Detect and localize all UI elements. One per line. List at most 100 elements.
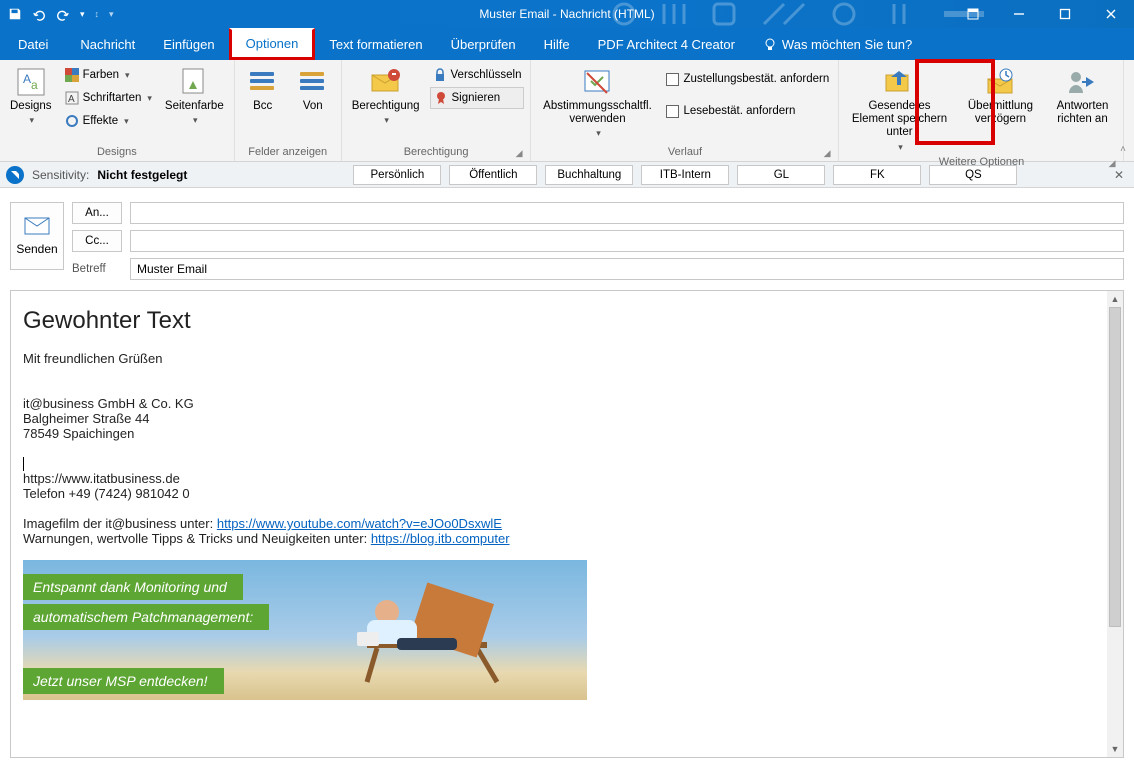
tab-tell-me[interactable]: Was möchten Sie tun?	[749, 28, 926, 60]
banner-line1: Entspannt dank Monitoring und	[23, 574, 243, 600]
message-body[interactable]: Gewohnter Text Mit freundlichen Grüßen i…	[11, 291, 1107, 757]
tab-review[interactable]: Überprüfen	[437, 28, 530, 60]
qat-overflow-icon[interactable]: ▾	[109, 9, 114, 20]
to-input[interactable]	[130, 202, 1124, 224]
sig-company: it@business GmbH & Co. KG	[23, 396, 1095, 411]
scroll-up-icon[interactable]: ▲	[1107, 291, 1123, 307]
encrypt-label: Verschlüsseln	[451, 69, 522, 81]
to-button[interactable]: An...	[72, 202, 122, 224]
theme-colors-button[interactable]: Farben▾	[62, 64, 155, 86]
body-heading: Gewohnter Text	[23, 307, 1095, 335]
send-button[interactable]: Senden	[10, 202, 64, 270]
voting-icon	[581, 66, 613, 98]
tab-message[interactable]: Nachricht	[66, 28, 149, 60]
sensitivity-tab[interactable]: ITB-Intern	[641, 165, 729, 185]
sign-button[interactable]: Signieren	[430, 87, 525, 109]
voting-buttons-button[interactable]: Abstimmungsschaltfl. verwenden▾	[537, 64, 657, 141]
request-delivery-receipt[interactable]: Zustellungsbestät. anfordern	[663, 68, 832, 90]
tell-me-label: Was möchten Sie tun?	[782, 37, 912, 52]
delay-delivery-label: Übermittlung verzögern	[963, 100, 1037, 126]
delay-delivery-icon	[984, 66, 1016, 98]
theme-effects-button[interactable]: Effekte▾	[62, 110, 155, 132]
tracking-launcher-icon[interactable]: ◢	[824, 148, 831, 159]
themes-button[interactable]: Aa Designs▾	[6, 64, 56, 128]
delay-delivery-button[interactable]: Übermittlung verzögern	[959, 64, 1041, 128]
collapse-ribbon-icon[interactable]: ˄	[1120, 144, 1126, 155]
signature-banner[interactable]: Entspannt dank Monitoring und automatisc…	[23, 560, 587, 700]
direct-replies-button[interactable]: Antworten richten an	[1047, 64, 1117, 128]
bcc-button[interactable]: Bcc	[241, 64, 285, 115]
more-options-launcher-icon[interactable]: ◢	[1109, 158, 1116, 169]
sig-phone: Telefon +49 (7424) 981042 0	[23, 486, 1095, 501]
cc-input[interactable]	[130, 230, 1124, 252]
touch-mode-icon[interactable]: ↕	[95, 9, 100, 19]
scroll-down-icon[interactable]: ▼	[1107, 741, 1123, 757]
banner-line2: automatischem Patchmanagement:	[23, 604, 269, 630]
sensitivity-label: Sensitivity:	[32, 168, 89, 182]
subject-input[interactable]	[130, 258, 1124, 280]
send-icon	[23, 216, 51, 236]
direct-replies-label: Antworten richten an	[1051, 100, 1113, 126]
tab-insert[interactable]: Einfügen	[149, 28, 228, 60]
save-sent-icon	[883, 66, 915, 98]
ribbon: Aa Designs▾ Farben▾ ASchriftarten▾ Effek…	[0, 60, 1134, 162]
ribbon-tabs: Datei Nachricht Einfügen Optionen Text f…	[0, 28, 1134, 60]
sig-city: 78549 Spaichingen	[23, 426, 1095, 441]
body-scrollbar[interactable]: ▲ ▼	[1107, 291, 1123, 757]
theme-effects-label: Effekte	[83, 115, 119, 127]
tab-file[interactable]: Datei	[4, 28, 62, 60]
sensitivity-tag-icon	[6, 166, 24, 184]
message-body-container: Gewohnter Text Mit freundlichen Grüßen i…	[10, 290, 1124, 758]
ribbon-display-options-icon[interactable]	[950, 0, 996, 28]
imagefilm-link[interactable]: https://www.youtube.com/watch?v=eJOo0Dsx…	[217, 516, 502, 531]
minimize-button[interactable]	[996, 0, 1042, 28]
sig-street: Balgheimer Straße 44	[23, 411, 1095, 426]
qat-more-icon[interactable]: ▾	[80, 9, 85, 20]
scroll-track[interactable]	[1107, 307, 1123, 741]
permission-button[interactable]: Berechtigung▾	[348, 64, 424, 128]
page-color-label: Seitenfarbe	[165, 100, 224, 113]
save-sent-label: Gesendetes Element speichern unter	[849, 100, 949, 140]
title-bar: ▾ ↕ ▾ Muster Email - Nachricht (HTML)	[0, 0, 1134, 28]
tab-pdf-architect[interactable]: PDF Architect 4 Creator	[584, 28, 749, 60]
direct-replies-icon	[1066, 66, 1098, 98]
encrypt-button[interactable]: Verschlüsseln	[430, 64, 525, 86]
undo-icon[interactable]	[32, 7, 46, 21]
voting-label: Abstimmungsschaltfl. verwenden	[541, 100, 653, 126]
sensitivity-tab[interactable]: Persönlich	[353, 165, 441, 185]
permission-launcher-icon[interactable]: ◢	[516, 148, 523, 159]
theme-fonts-button[interactable]: ASchriftarten▾	[62, 87, 155, 109]
maximize-button[interactable]	[1042, 0, 1088, 28]
themes-icon: Aa	[15, 66, 47, 98]
sensitivity-tab[interactable]: Buchhaltung	[545, 165, 633, 185]
redo-icon[interactable]	[56, 7, 70, 21]
tips-link[interactable]: https://blog.itb.computer	[371, 531, 510, 546]
group-designs-label: Designs	[6, 144, 228, 161]
save-icon[interactable]	[8, 7, 22, 21]
scroll-thumb[interactable]	[1109, 307, 1121, 627]
tab-help[interactable]: Hilfe	[530, 28, 584, 60]
bcc-label: Bcc	[253, 100, 272, 113]
sensitivity-tab[interactable]: GL	[737, 165, 825, 185]
tab-options[interactable]: Optionen	[229, 28, 316, 60]
from-icon	[297, 66, 329, 98]
group-tracking-label: Verlauf	[668, 146, 702, 158]
close-button[interactable]	[1088, 0, 1134, 28]
sensitivity-tab[interactable]: Öffentlich	[449, 165, 537, 185]
save-sent-item-button[interactable]: Gesendetes Element speichern unter▾	[845, 64, 953, 154]
theme-colors-label: Farben	[83, 69, 119, 81]
ribbon-award-icon	[434, 91, 448, 105]
from-label: Von	[303, 100, 323, 113]
from-button[interactable]: Von	[291, 64, 335, 115]
sig-imagefilm-line: Imagefilm der it@business unter: https:/…	[23, 516, 1095, 531]
cc-button[interactable]: Cc...	[72, 230, 122, 252]
tab-format[interactable]: Text formatieren	[315, 28, 436, 60]
delivery-receipt-label: Zustellungsbestät. anfordern	[683, 73, 829, 85]
request-read-receipt[interactable]: Lesebestät. anfordern	[663, 100, 832, 122]
checkbox-icon	[666, 105, 679, 118]
person-illustration	[327, 582, 467, 672]
compose-header: Senden An... Cc... Betreff	[0, 188, 1134, 284]
page-color-button[interactable]: Seitenfarbe▾	[161, 64, 228, 128]
lightbulb-icon	[763, 37, 777, 51]
read-receipt-label: Lesebestät. anfordern	[683, 105, 795, 117]
